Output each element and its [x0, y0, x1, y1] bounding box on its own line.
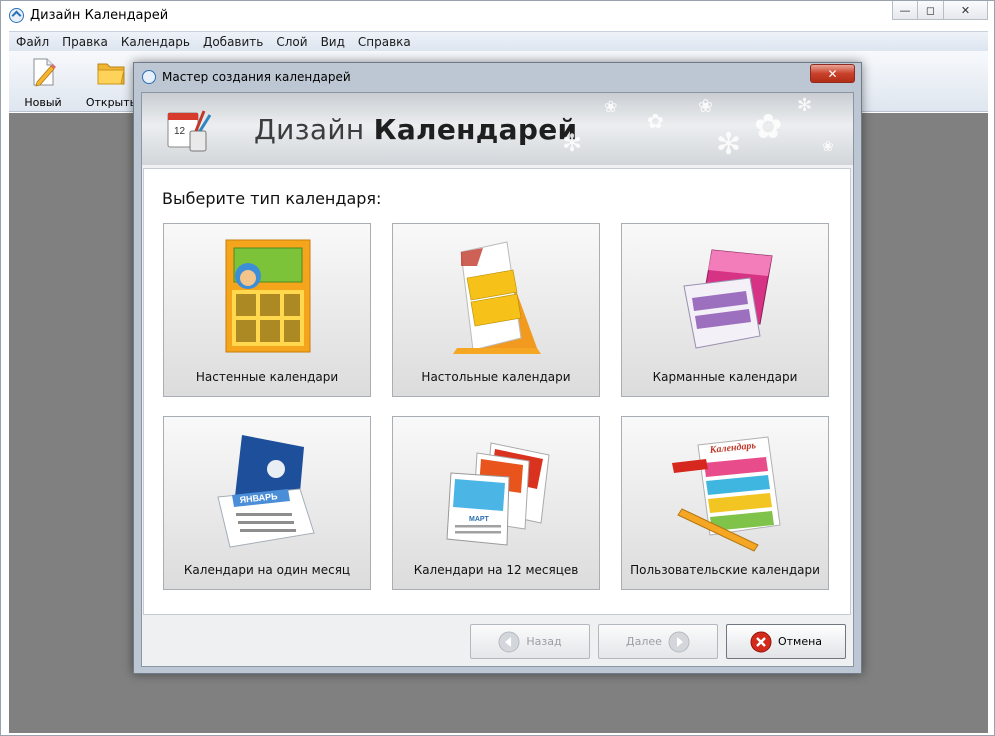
dialog-app-icon — [142, 70, 156, 84]
menu-calendar[interactable]: Календарь — [114, 35, 196, 49]
wizard-banner: 12 Дизайн Календарей ✻ ❀ ✿ ❀ ✻ ✿ ✻ ❀ — [142, 93, 853, 165]
maximize-button[interactable]: ◻ — [918, 1, 944, 20]
arrow-left-icon — [498, 631, 520, 652]
menu-help[interactable]: Справка — [351, 35, 417, 49]
card-monthly-calendars[interactable]: ЯНВАРЬ Календари на один месяц — [163, 416, 371, 590]
menu-view[interactable]: Вид — [314, 35, 351, 49]
dialog-close-button[interactable]: ✕ — [810, 64, 855, 83]
banner-title-bold: Календарей — [373, 113, 578, 146]
window-controls: — ◻ ✕ — [892, 1, 988, 21]
wizard-content: Выберите тип календаря: Настенные календ… — [143, 168, 851, 615]
close-button[interactable]: ✕ — [944, 1, 988, 20]
open-label: Открыть — [85, 96, 137, 109]
menu-bar: Файл Правка Календарь Добавить Слой Вид … — [9, 31, 988, 51]
card-label: Календари на один месяц — [183, 563, 351, 577]
snowflake-icon: ❀ — [698, 96, 714, 117]
card-label: Календари на 12 месяцев — [413, 563, 579, 577]
month-name-label: МАРТ — [469, 516, 489, 523]
card-wall-calendars[interactable]: Настенные календари — [163, 223, 371, 397]
cancel-button[interactable]: Отмена — [726, 624, 846, 659]
app-logo-icon — [9, 8, 24, 23]
cancel-label: Отмена — [777, 635, 823, 648]
banner-title: Дизайн Календарей — [254, 113, 577, 146]
snowflake-icon: ❀ — [604, 97, 618, 116]
dialog-body: 12 Дизайн Календарей ✻ ❀ ✿ ❀ ✻ ✿ ✻ ❀ Выб… — [141, 92, 854, 667]
menu-file[interactable]: Файл — [9, 35, 55, 49]
wall-calendar-icon — [225, 239, 311, 353]
card-twelve-month-calendars[interactable]: МАРТ Календари на 12 месяцев — [392, 416, 600, 590]
card-label: Настенные календари — [195, 370, 339, 384]
arrow-right-icon — [668, 631, 690, 652]
dialog-title: Мастер создания календарей — [162, 70, 351, 84]
menu-edit[interactable]: Правка — [55, 35, 114, 49]
card-label: Настольные календари — [421, 370, 571, 384]
monthly-calendar-icon: ЯНВАРЬ — [217, 435, 315, 548]
main-titlebar[interactable]: Дизайн Календарей — ◻ ✕ — [1, 1, 994, 29]
back-label: Назад — [526, 635, 562, 648]
card-desk-calendars[interactable]: Настольные календари — [392, 223, 600, 397]
open-button[interactable]: Открыть — [81, 56, 141, 109]
new-label: Новый — [24, 96, 62, 109]
snowflake-icon: ❀ — [822, 139, 834, 155]
next-button[interactable]: Далее — [598, 624, 718, 659]
snowflake-icon: ✻ — [562, 129, 583, 157]
open-folder-icon — [97, 63, 125, 85]
minimize-button[interactable]: — — [892, 1, 918, 20]
banner-calendar-icon: 12 — [167, 110, 212, 152]
desk-calendar-icon — [453, 241, 541, 354]
card-label: Карманные календари — [652, 370, 798, 384]
banner-calendar-number: 12 — [174, 126, 186, 137]
select-type-prompt: Выберите тип календаря: — [162, 189, 382, 208]
card-pocket-calendars[interactable]: Карманные календари — [621, 223, 829, 397]
snowflake-icon: ✻ — [797, 95, 813, 116]
card-label: Пользовательские календари — [630, 563, 820, 577]
window-title: Дизайн Календарей — [30, 8, 169, 23]
new-button[interactable]: Новый — [13, 56, 73, 109]
twelve-month-calendar-icon: МАРТ — [446, 442, 550, 546]
banner-title-light: Дизайн — [254, 113, 365, 146]
menu-layer[interactable]: Слой — [269, 35, 313, 49]
custom-calendar-icon: Календарь — [672, 436, 781, 552]
menu-add[interactable]: Добавить — [196, 35, 269, 49]
snowflake-icon: ✻ — [716, 127, 742, 162]
cancel-icon — [750, 631, 772, 652]
card-custom-calendars[interactable]: Календарь Пользовательские календари — [621, 416, 829, 590]
new-document-icon — [33, 58, 56, 87]
pocket-calendar-icon — [683, 249, 773, 349]
next-label: Далее — [626, 635, 662, 648]
dialog-footer: Назад Далее Отмена — [142, 615, 853, 667]
dialog-titlebar[interactable]: Мастер создания календарей ✕ — [134, 63, 861, 91]
snowflake-icon: ✿ — [754, 107, 783, 147]
calendar-wizard-dialog: Мастер создания календарей ✕ 12 Дизайн К… — [133, 62, 862, 674]
snowflake-icon: ✿ — [647, 109, 664, 133]
back-button[interactable]: Назад — [470, 624, 590, 659]
